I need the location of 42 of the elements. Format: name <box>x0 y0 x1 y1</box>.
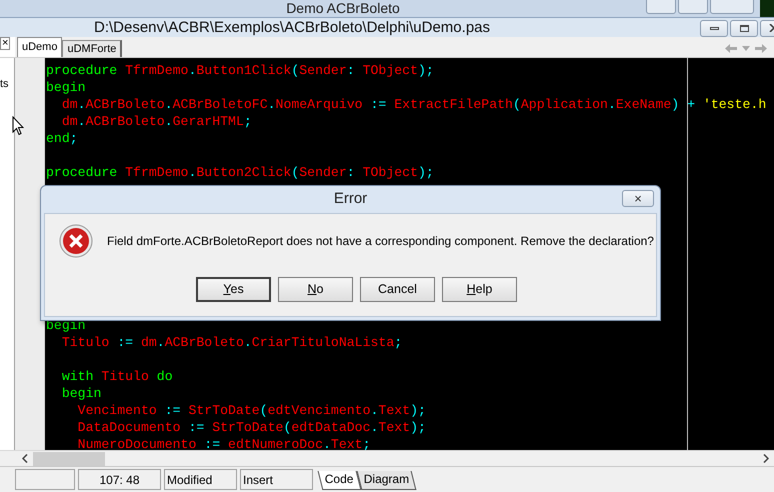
view-tab[interactable]: Code <box>318 471 362 490</box>
code-line: end; <box>46 130 78 147</box>
editor-tab[interactable]: uDMForte <box>62 40 122 57</box>
chevron-left-icon <box>22 454 28 463</box>
dialog-title: Error <box>334 189 368 210</box>
window-edge <box>760 0 774 17</box>
scroll-thumb[interactable] <box>33 452 105 466</box>
error-icon <box>59 224 93 258</box>
code-line: Vencimento := StrToDate(edtVencimento.Text); <box>76 402 426 419</box>
window-title: D:\Desenv\ACBR\Exemplos\ACBrBoleto\Delphi\uDemo.pas <box>94 18 491 36</box>
code-line: begin <box>60 385 102 402</box>
code-line: dm.ACBrBoleto.GerarHTML; <box>60 113 252 130</box>
code-line: begin <box>46 79 86 96</box>
cursor-position: 107: 48 <box>78 469 161 490</box>
code-line: dm.ACBrBoleto.ACBrBoletoFC.NomeArquivo := ExtractFilePath(Application.ExeName) + 'teste.h <box>60 96 766 113</box>
code-line: begin <box>46 317 86 334</box>
view-tab[interactable]: Diagram <box>356 471 416 490</box>
insert-mode-status: Insert <box>240 469 313 490</box>
code-line: with Titulo do <box>60 368 173 385</box>
panel-label: ts <box>0 78 10 90</box>
error-message: Field dmForte.ACBrBoletoReport does not have a corresponding component. Remove the declaration? <box>107 233 654 250</box>
status-cell <box>15 469 75 490</box>
chevron-right-icon <box>762 454 768 463</box>
modified-status: Modified <box>164 469 237 490</box>
window-title: Demo ACBrBoleto <box>286 0 400 16</box>
maximize-button[interactable] <box>730 20 758 36</box>
dialog-button[interactable]: No <box>278 277 353 302</box>
editor-tab[interactable]: uDemo <box>17 37 62 57</box>
code-line: NumeroDocumento := edtNumeroDoc.Text; <box>76 436 370 450</box>
dialog-button[interactable]: Cancel <box>360 277 435 302</box>
dialog-button[interactable]: Help <box>442 277 517 302</box>
close-button[interactable]: × <box>622 190 654 207</box>
minimize-button[interactable] <box>700 20 728 36</box>
code-line: procedure TfrmDemo.Button2Click(Sender: TObject); <box>46 164 434 181</box>
code-line: Titulo := dm.ACBrBoleto.CriarTituloNaLista; <box>60 334 402 351</box>
close-panel-button[interactable]: × <box>0 37 10 50</box>
code-line: DataDocumento := StrToDate(edtDataDoc.Text); <box>76 419 426 436</box>
code-line: procedure TfrmDemo.Button1Click(Sender: TObject); <box>46 62 434 79</box>
back-arrow-icon[interactable] <box>724 43 738 54</box>
dialog-button[interactable]: Yes <box>196 277 271 302</box>
forward-arrow-icon[interactable] <box>754 43 768 54</box>
dropdown-caret-icon[interactable] <box>742 46 750 51</box>
